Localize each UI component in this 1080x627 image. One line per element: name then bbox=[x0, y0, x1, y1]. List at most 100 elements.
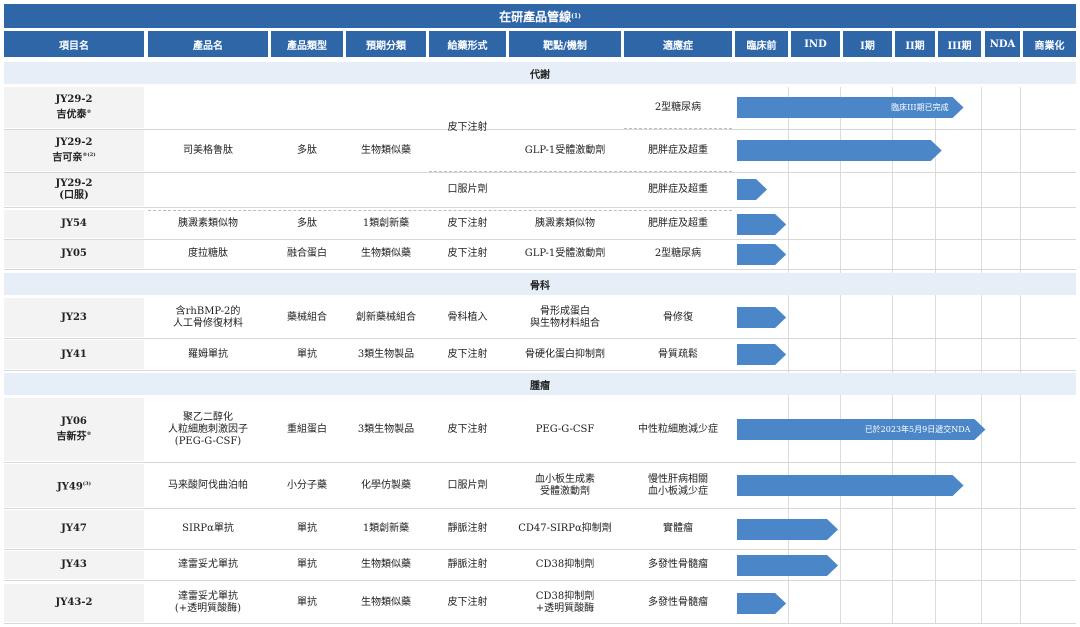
section-header: 代謝 bbox=[4, 62, 1076, 84]
product-type: 單抗 bbox=[297, 523, 317, 534]
pipeline-page: 在研產品管線 (1) 項目名 產品名 產品類型 預期分類 給藥形式 靶點/機制 適應症 臨床前 I… bbox=[0, 0, 1080, 627]
target-mechanism: 胰澱素類似物 bbox=[535, 218, 595, 229]
stage-grid-line bbox=[892, 87, 893, 623]
product-name: 聚乙二醇化 人粒細胞刺激因子 (PEG-G-CSF) bbox=[168, 411, 248, 447]
project-name: JY43 bbox=[61, 559, 87, 570]
expected-class: 生物類似藥 bbox=[361, 144, 411, 156]
progress-arrow bbox=[737, 140, 942, 161]
indication: 多發性骨髓瘤 bbox=[648, 597, 708, 608]
expected-class: 生物類似藥 bbox=[361, 248, 411, 259]
header-5: 給藥形式 bbox=[429, 31, 506, 57]
header-4: 預期分類 bbox=[346, 31, 426, 57]
product-type: 藥械組合 bbox=[287, 311, 327, 323]
header-11: II期 bbox=[895, 31, 935, 57]
administration-route: 皮下注射 bbox=[447, 122, 488, 133]
project-name: JY05 bbox=[61, 248, 87, 259]
product-name: SIRPα單抗 bbox=[182, 523, 234, 534]
progress-arrow bbox=[737, 344, 787, 365]
row-separator bbox=[4, 338, 1076, 339]
progress-arrow bbox=[737, 592, 787, 614]
project-name: JY06 吉新芬® bbox=[56, 415, 92, 443]
pipeline-title: 在研產品管線 (1) bbox=[4, 4, 1076, 28]
header-9: IND bbox=[791, 31, 840, 57]
administration-route: 口服片劑 bbox=[447, 183, 488, 195]
progress-arrow bbox=[737, 307, 787, 328]
product-name: 司美格鲁肽 bbox=[183, 144, 233, 156]
merged-row-separator bbox=[148, 210, 732, 211]
header-10: I期 bbox=[843, 31, 892, 57]
product-name: 達雷妥尤單抗 (+透明質酸酶) bbox=[174, 591, 242, 614]
expected-class: 1類創新藥 bbox=[362, 218, 410, 229]
expected-class: 創新藥械組合 bbox=[356, 311, 416, 323]
product-type: 單抗 bbox=[297, 348, 317, 360]
product-name: 马来酸阿伐曲泊帕 bbox=[168, 479, 248, 491]
header-14: 商業化 bbox=[1023, 31, 1076, 57]
expected-class: 生物類似藥 bbox=[361, 597, 411, 608]
progress-arrow bbox=[737, 554, 839, 576]
header-2: 產品名 bbox=[148, 31, 268, 57]
header-3: 產品類型 bbox=[271, 31, 343, 57]
indication: 中性粒細胞減少症 bbox=[638, 423, 718, 435]
stage-grid-line bbox=[840, 87, 841, 623]
row-separator bbox=[4, 508, 1076, 509]
expected-class: 3類生物製品 bbox=[357, 348, 415, 360]
project-name: JY47 bbox=[61, 523, 87, 534]
product-type: 單抗 bbox=[297, 559, 317, 570]
indication: 2型糖尿病 bbox=[654, 101, 702, 113]
stage-grid-line bbox=[1020, 87, 1021, 623]
merged-row-separator bbox=[429, 171, 732, 172]
administration-route: 皮下注射 bbox=[447, 218, 488, 229]
indication: 實體瘤 bbox=[663, 523, 693, 534]
product-type: 單抗 bbox=[297, 597, 317, 608]
administration-route: 皮下注射 bbox=[447, 423, 488, 435]
administration-route: 皮下注射 bbox=[447, 597, 488, 608]
target-mechanism: PEG-G-CSF bbox=[535, 423, 595, 435]
indication: 肥胖症及超重 bbox=[648, 144, 708, 156]
header-1: 項目名 bbox=[4, 31, 144, 57]
product-type: 多肽 bbox=[297, 144, 317, 156]
target-mechanism: 骨硬化蛋白抑制劑 bbox=[525, 348, 605, 360]
product-name: 含rhBMP-2的 人工骨修復材料 bbox=[173, 305, 243, 329]
header-12: III期 bbox=[938, 31, 981, 57]
product-name: 度拉糖肽 bbox=[188, 248, 228, 259]
row-separator bbox=[4, 623, 1076, 624]
indication: 骨修復 bbox=[663, 311, 693, 323]
project-name: JY49(3) bbox=[56, 480, 91, 493]
administration-route: 口服片劑 bbox=[447, 479, 488, 491]
progress-arrow bbox=[737, 518, 839, 540]
project-name: JY23 bbox=[61, 311, 87, 323]
project-name: JY43-2 bbox=[55, 597, 93, 608]
target-mechanism: GLP-1受體激動劑 bbox=[524, 144, 606, 156]
target-mechanism: GLP-1受體激動劑 bbox=[524, 248, 606, 259]
project-name: JY54 bbox=[61, 218, 87, 229]
merged-row-separator bbox=[624, 128, 732, 129]
administration-route: 皮下注射 bbox=[447, 248, 488, 259]
administration-route: 靜脈注射 bbox=[447, 523, 488, 534]
product-name: 達雷妥尤單抗 bbox=[178, 559, 238, 570]
stage-grid-line bbox=[788, 87, 789, 623]
progress-arrow bbox=[737, 179, 768, 200]
progress-label: 臨床III期已完成 bbox=[891, 103, 949, 112]
row-separator bbox=[4, 370, 1076, 371]
target-mechanism: CD38抑制劑 bbox=[535, 559, 595, 570]
target-mechanism: 血小板生成素 受體激動劑 bbox=[535, 473, 595, 497]
project-name: JY29-2 吉可亲®(2) bbox=[52, 136, 96, 164]
header-6: 靶點/機制 bbox=[509, 31, 621, 57]
target-mechanism: 骨形成蛋白 與生物材料組合 bbox=[530, 305, 600, 329]
progress-arrow bbox=[737, 475, 964, 496]
section-header: 腫瘤 bbox=[4, 373, 1076, 395]
stage-grid-line bbox=[981, 87, 982, 623]
indication: 骨質疏鬆 bbox=[658, 348, 698, 360]
product-name: 胰澱素類似物 bbox=[178, 218, 238, 229]
header-13: NDA bbox=[985, 31, 1020, 57]
project-name: JY41 bbox=[61, 348, 87, 360]
administration-route: 骨科植入 bbox=[447, 311, 488, 323]
progress-label: 已於2023年5月9日遞交NDA bbox=[864, 425, 971, 434]
stage-grid-line bbox=[935, 87, 936, 623]
row-separator bbox=[4, 580, 1076, 581]
target-mechanism: CD47-SIRPα抑制劑 bbox=[518, 523, 612, 534]
row-separator bbox=[4, 269, 1076, 270]
indication: 2型糖尿病 bbox=[654, 248, 702, 259]
progress-arrow bbox=[737, 213, 787, 235]
expected-class: 化學仿製藥 bbox=[361, 479, 411, 491]
